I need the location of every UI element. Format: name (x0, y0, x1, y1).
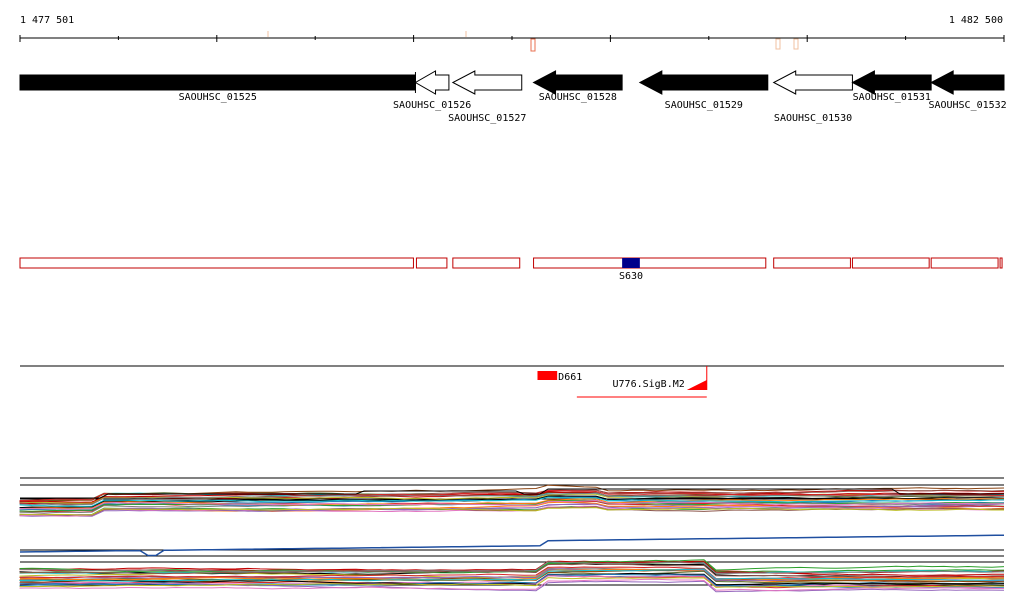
ruler-mark (530, 38, 536, 52)
gene-arrow[interactable] (19, 74, 416, 91)
segment-box[interactable] (851, 257, 930, 269)
gene-label: SAOUHSC_01531 (853, 92, 931, 103)
transcript-block[interactable] (537, 371, 558, 380)
transcript-track: D661 U776.SigB.M2 (20, 365, 1004, 398)
transcript-label: D661 (558, 372, 582, 383)
gene-arrow[interactable] (930, 70, 1005, 95)
segment-box[interactable] (773, 257, 851, 269)
gene-label: SAOUHSC_01532 (928, 100, 1006, 111)
segment-box[interactable] (19, 257, 414, 269)
gene-label: SAOUHSC_01529 (665, 100, 743, 111)
gene-label: SAOUHSC_01526 (393, 100, 471, 111)
segment-box[interactable] (999, 257, 1003, 269)
gene-arrow[interactable] (451, 70, 523, 95)
feature-label: S630 (619, 271, 643, 282)
gene-track: SAOUHSC_01525 SAOUHSC_01526 SAOUHSC_01527 S… (19, 70, 1007, 124)
segment-box[interactable] (930, 257, 999, 269)
segment-box[interactable] (415, 257, 448, 269)
segment-track: S630 (19, 257, 1003, 282)
gene-arrow[interactable] (638, 70, 769, 95)
segment-box[interactable] (452, 257, 521, 269)
expression-line (19, 534, 1005, 557)
gene-label: SAOUHSC_01525 (179, 92, 257, 103)
transcript-label: U776.SigB.M2 (613, 379, 685, 390)
gene-label: SAOUHSC_01530 (774, 113, 852, 124)
ruler-mark (793, 38, 799, 50)
gene-arrow[interactable] (414, 70, 450, 95)
segment-box[interactable] (533, 257, 767, 269)
end-coordinate-label: 1 482 500 (949, 15, 1003, 26)
transcript-arrowhead (686, 380, 707, 390)
coordinate-ruler: 1 477 501 1 482 500 (19, 15, 1005, 52)
start-coordinate-label: 1 477 501 (20, 15, 74, 26)
gene-label: SAOUHSC_01527 (448, 113, 526, 124)
gene-arrow[interactable] (851, 70, 932, 95)
genome-browser: 1 477 501 1 482 500 SAOUHSC_01525SAOUHSC… (19, 15, 1007, 593)
expression-tracks (19, 477, 1005, 593)
gene-label: SAOUHSC_01528 (539, 92, 617, 103)
feature-block[interactable] (622, 258, 640, 268)
gene-arrow[interactable] (772, 70, 853, 95)
ruler-marks (267, 31, 799, 52)
ruler-mark (775, 38, 781, 50)
gene-arrow[interactable] (532, 70, 623, 95)
